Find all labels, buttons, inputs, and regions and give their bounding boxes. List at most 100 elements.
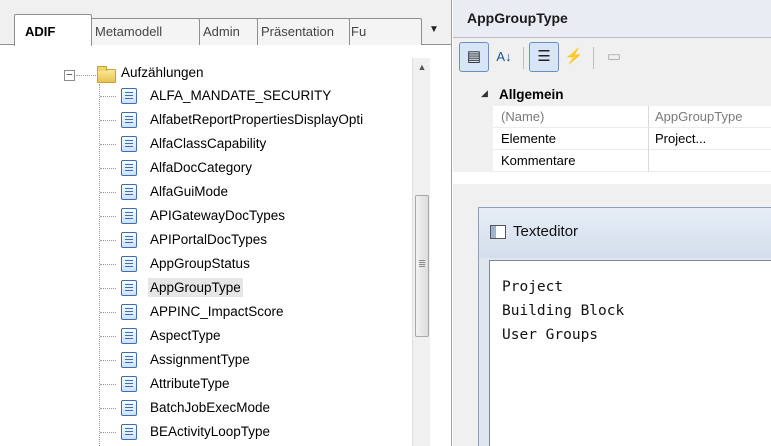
property-name: Kommentare [493,150,649,172]
tab-metamodell[interactable]: Metamodell [88,18,200,45]
editor-text[interactable]: Project Building Block User Groups [502,275,624,347]
tree-connector [100,96,116,97]
properties-icon: ☰ [537,48,551,65]
category-row[interactable]: ◢ Allgemein [453,84,771,106]
window-icon [490,225,506,239]
tree-connector [100,192,116,193]
category-label: Allgemein [499,87,564,102]
dialog-titlebar[interactable]: Texteditor [479,208,771,258]
tree-item-label: AspectType [150,328,221,343]
tree-connector [100,120,116,121]
tree-item-label: AlfaGuiMode [150,184,229,199]
tree-item-label: APIPortalDocTypes [150,232,268,247]
tree-connector [100,168,116,169]
enum-icon [121,280,137,296]
tree-item[interactable]: BatchJobExecMode [0,396,410,420]
dropdown-arrow-icon[interactable]: ▼ [424,20,444,40]
property-row-name[interactable]: (Name) AppGroupType [453,106,771,128]
enum-icon [121,160,137,176]
tree-item[interactable]: AspectType [0,324,410,348]
tree-view: − Aufzählungen ALFA_MANDATE_SECURITY Alfa… [0,46,451,446]
tree-connector [76,75,96,76]
property-grid: ◢ Allgemein (Name) AppGroupType Elemente… [453,84,771,184]
property-name: (Name) [493,106,649,128]
scroll-up-icon[interactable]: ▲ [413,58,431,76]
tree-item[interactable]: AlfaGuiMode [0,180,410,204]
tree-connector [100,408,116,409]
text-area[interactable]: Project Building Block User Groups [489,260,771,446]
tree-item-label: AlfaDocCategory [150,160,253,175]
enum-icon [121,232,137,248]
enum-icon [121,88,137,104]
tree-item-label: APPINC_ImpactScore [150,304,284,319]
tab-adif[interactable]: ADIF [14,14,92,46]
tree-connector [100,432,116,433]
enum-icon [121,112,137,128]
properties-header: AppGroupType [453,0,771,38]
folder-icon [97,66,116,83]
tree-item[interactable]: AlfabetReportPropertiesDisplayOpti [0,108,410,132]
tree-item[interactable]: AssignmentType [0,348,410,372]
tree-item[interactable]: APPINC_ImpactScore [0,300,410,324]
property-pages-icon: ▭ [606,48,622,65]
tree-item-label: AssignmentType [150,352,250,367]
enum-icon [121,352,137,368]
tree-item[interactable]: AttributeType [0,372,410,396]
tree-item[interactable]: AlfaDocCategory [0,156,410,180]
tree-connector [100,216,116,217]
events-button[interactable]: ⚡ [559,42,589,72]
tree-item[interactable]: ALFA_MANDATE_SECURITY [0,84,410,108]
tree-item-label: AttributeType [150,376,230,391]
property-value[interactable]: Project... [649,128,771,150]
categorized-view-button[interactable]: ▤ [459,42,489,72]
tree-item[interactable]: APIGatewayDocTypes [0,204,410,228]
enum-icon [121,400,137,416]
tree-item-label: BEActivityLoopType [150,424,271,439]
tree-connector [100,336,116,337]
tree-item[interactable]: AppGroupType [0,276,410,300]
tree-item-label: APIGatewayDocTypes [150,208,286,223]
tree-item[interactable]: BEActivityLoopType [0,420,410,444]
property-pages-button[interactable]: ▭ [599,42,629,72]
tree-connector [100,264,116,265]
tree-item-label: AppGroupType [148,278,243,297]
property-row-elemente[interactable]: Elemente Project... [453,128,771,150]
collapse-icon[interactable]: − [64,70,75,81]
enum-icon [121,184,137,200]
alphabetical-sort-icon: A↓ [496,49,512,64]
tree-item[interactable]: AppGroupStatus [0,252,410,276]
tree-item-label: ALFA_MANDATE_SECURITY [150,88,332,103]
tab-label: Metamodell [95,24,163,39]
enum-icon [121,304,137,320]
vertical-scrollbar[interactable]: ▲ [412,58,430,446]
explorer-tabstrip: Fu Präsentation Admin Metamodell ADIF ▼ [0,0,451,46]
properties-view-button[interactable]: ☰ [529,42,559,72]
tree-connector [100,312,116,313]
tab-admin[interactable]: Admin [196,18,258,45]
enum-icon [121,424,137,440]
tab-fu[interactable]: Fu [344,18,422,45]
tree-connector [100,240,116,241]
property-value[interactable] [649,150,771,172]
enum-icon [121,376,137,392]
tree-item-label: AlfaClassCapability [150,136,267,151]
tab-label: Präsentation [261,24,334,39]
alphabetical-sort-button[interactable]: A↓ [489,42,519,72]
dialog-title: Texteditor [513,223,579,240]
property-name: Elemente [493,128,649,150]
enum-icon [121,136,137,152]
tree-item-label: BatchJobExecMode [150,400,271,415]
property-value[interactable]: AppGroupType [649,106,771,128]
property-row-kommentare[interactable]: Kommentare [453,150,771,172]
tree-item-label: AlfabetReportPropertiesDisplayOpti [150,112,364,127]
tree-connector [100,144,116,145]
scrollbar-thumb[interactable] [415,195,429,337]
tree-root-label[interactable]: Aufzählungen [121,63,204,82]
collapse-triangle-icon[interactable]: ◢ [481,88,488,99]
categorized-view-icon: ▤ [466,48,482,65]
tree-item[interactable]: AlfaClassCapability [0,132,410,156]
explorer-pane: Fu Präsentation Admin Metamodell ADIF ▼ … [0,0,452,446]
texteditor-dialog: Texteditor Project Building Block User G… [478,207,771,446]
tree-item[interactable]: APIPortalDocTypes [0,228,410,252]
tab-praesentation[interactable]: Präsentation [254,18,350,45]
